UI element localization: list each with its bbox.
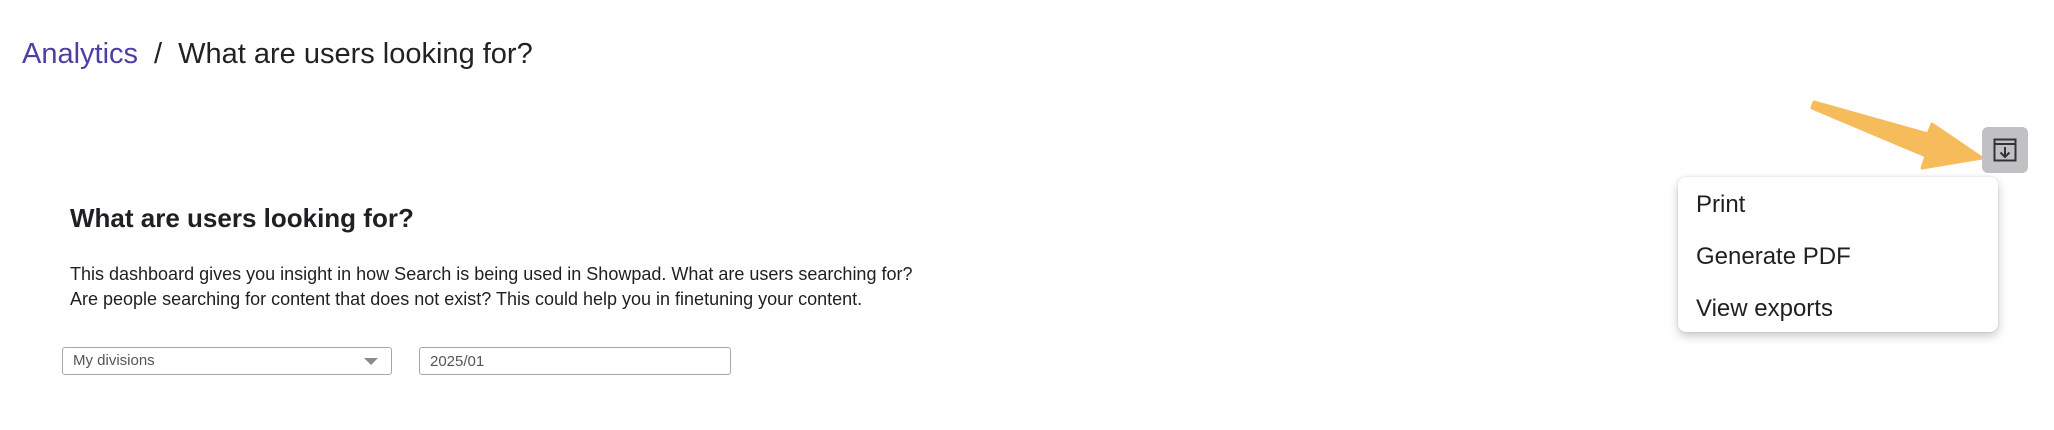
menu-item-generate-pdf[interactable]: Generate PDF bbox=[1678, 237, 1998, 289]
breadcrumb-current: What are users looking for? bbox=[178, 38, 533, 70]
dashboard-title: What are users looking for? bbox=[70, 203, 414, 233]
breadcrumb-separator: / bbox=[154, 38, 163, 70]
menu-item-print[interactable]: Print bbox=[1678, 185, 1998, 237]
dashboard-description: This dashboard gives you insight in how … bbox=[70, 262, 1070, 312]
chevron-down-icon bbox=[364, 358, 378, 365]
dashboard-description-line-2: Are people searching for content that do… bbox=[70, 289, 863, 309]
division-select-value: My divisions bbox=[73, 352, 155, 369]
division-select[interactable]: My divisions bbox=[62, 347, 392, 375]
export-menu: Print Generate PDF View exports bbox=[1678, 177, 1998, 332]
menu-item-view-exports[interactable]: View exports bbox=[1678, 289, 1998, 341]
date-input[interactable] bbox=[419, 347, 731, 375]
dashboard-description-line-1: This dashboard gives you insight in how … bbox=[70, 264, 913, 284]
export-button[interactable] bbox=[1982, 127, 2028, 173]
breadcrumb: Analytics / What are users looking for? bbox=[22, 36, 533, 72]
download-icon bbox=[1993, 138, 2017, 162]
page: Analytics / What are users looking for? Wh… bbox=[0, 0, 2054, 430]
highlight-arrow-icon bbox=[1810, 100, 1984, 170]
breadcrumb-link-analytics[interactable]: Analytics bbox=[22, 38, 138, 70]
